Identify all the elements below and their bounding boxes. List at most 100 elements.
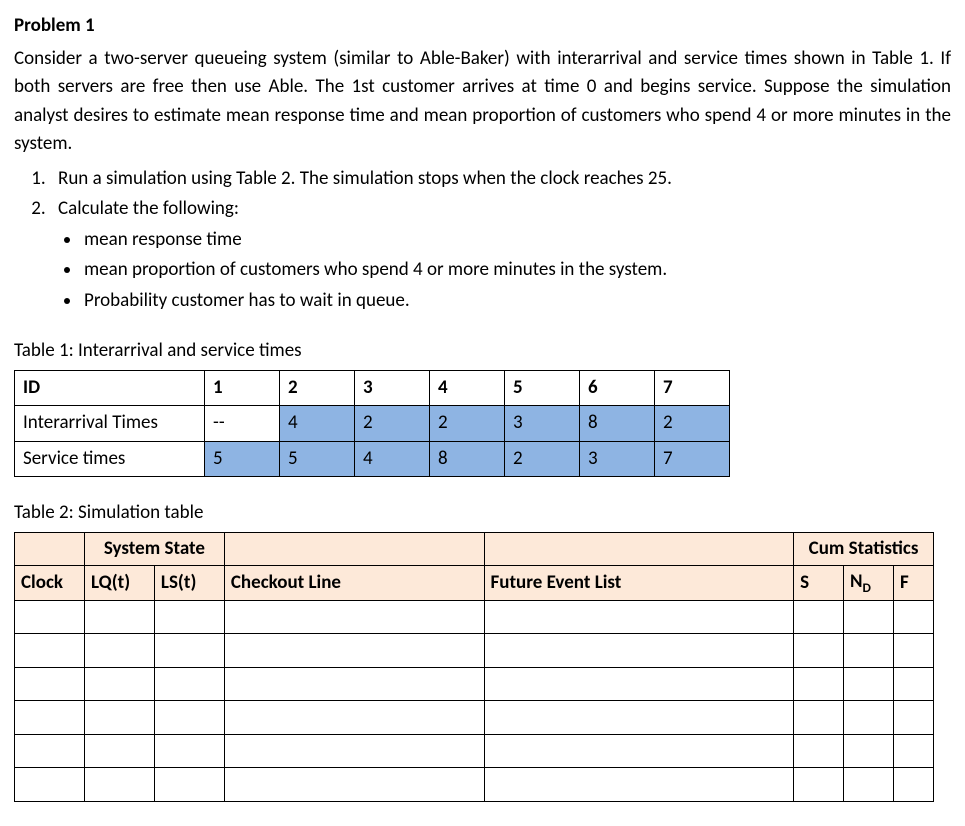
table1-cell: 4: [430, 370, 505, 406]
problem-title: Problem 1: [14, 12, 951, 41]
table1-cell: 4: [355, 441, 430, 477]
table1-cell: --: [205, 406, 280, 442]
table1-cell: 7: [655, 370, 730, 406]
table2-row: [15, 634, 934, 668]
table2-cell: [224, 634, 484, 668]
table2-cell: [224, 667, 484, 701]
table2-cell: [154, 768, 224, 802]
table1-cell: 6: [580, 370, 655, 406]
table1-label: Service times: [15, 441, 205, 477]
table2-col-f: F: [893, 566, 933, 601]
table2-cell: [84, 634, 154, 668]
table2-cell: [224, 600, 484, 634]
problem-description: Consider a two-server queueing system (s…: [14, 45, 951, 159]
table2-row: [15, 600, 934, 634]
table2-cell: [484, 768, 794, 802]
table1-cell: 8: [580, 406, 655, 442]
table2-cell: [224, 734, 484, 768]
table2-cell: [893, 600, 933, 634]
table2-cell: [84, 667, 154, 701]
table2-blank-hdr: [484, 532, 794, 566]
table2-cell: [484, 734, 794, 768]
table2-cell: [794, 600, 844, 634]
table1-cell: 5: [280, 441, 355, 477]
table1-cell: 2: [655, 406, 730, 442]
table2-cell: [844, 600, 894, 634]
table2-cell: [484, 634, 794, 668]
table1-cell: 3: [580, 441, 655, 477]
subtask-item: mean response time: [82, 226, 951, 255]
table1-cell: 5: [205, 441, 280, 477]
subtask-item: Probability customer has to wait in queu…: [82, 287, 951, 316]
table2-cell: [893, 701, 933, 735]
table2-cell: [844, 634, 894, 668]
subtask-list: mean response time mean proportion of cu…: [14, 226, 951, 316]
table2-cell: [154, 701, 224, 735]
table2-cell: [154, 600, 224, 634]
table1-label: Interarrival Times: [15, 406, 205, 442]
table1-row-service: Service times 5 5 4 8 2 3 7: [15, 441, 730, 477]
table1-cell: 4: [280, 406, 355, 442]
table2-cell: [484, 600, 794, 634]
task-item: Calculate the following:: [50, 195, 951, 224]
table2-cell: [794, 734, 844, 768]
table2-blank-hdr: [224, 532, 484, 566]
table2-cell: [844, 768, 894, 802]
table1-row-id: ID 1 2 3 4 5 6 7: [15, 370, 730, 406]
table2-cell: [893, 667, 933, 701]
subtask-item: mean proportion of customers who spend 4…: [82, 256, 951, 285]
table2-cell: [794, 667, 844, 701]
table2-col-checkout: Checkout Line: [224, 566, 484, 601]
table1-cell: 3: [355, 370, 430, 406]
table2-cell: [844, 701, 894, 735]
table2-cell: [794, 768, 844, 802]
table2-cell: [84, 768, 154, 802]
table1-cell: 1: [205, 370, 280, 406]
table2-body: [15, 600, 934, 801]
table2-cell: [484, 667, 794, 701]
table2-system-state-hdr: System State: [84, 532, 224, 566]
table2: System State Cum Statistics Clock LQ(t) …: [14, 532, 934, 802]
table2-row: [15, 734, 934, 768]
table1-label: ID: [15, 370, 205, 406]
table2-col-nd: ND: [844, 566, 894, 601]
table1: ID 1 2 3 4 5 6 7 Interarrival Times -- 4…: [14, 370, 730, 478]
table2-cell: [15, 768, 85, 802]
table1-cell: 2: [280, 370, 355, 406]
table2-col-s: S: [794, 566, 844, 601]
table1-cell: 7: [655, 441, 730, 477]
table2-cell: [893, 768, 933, 802]
table2-row: [15, 667, 934, 701]
table2-cell: [15, 667, 85, 701]
table2-cell: [15, 600, 85, 634]
table1-cell: 2: [355, 406, 430, 442]
table2-caption: Table 2: Simulation table: [14, 499, 951, 528]
table2-row: [15, 768, 934, 802]
table2-cell: [893, 634, 933, 668]
table2-cell: [15, 634, 85, 668]
table1-cell: 2: [505, 441, 580, 477]
table2-cell: [794, 634, 844, 668]
table2-header-top: System State Cum Statistics: [15, 532, 934, 566]
table2-col-lq: LQ(t): [84, 566, 154, 601]
table1-caption: Table 1: Interarrival and service times: [14, 337, 951, 366]
table2-row: [15, 701, 934, 735]
table2-cell: [794, 701, 844, 735]
table2-cell: [84, 701, 154, 735]
table2-cell: [154, 634, 224, 668]
table2-cell: [844, 667, 894, 701]
table2-cell: [84, 600, 154, 634]
task-item: Run a simulation using Table 2. The simu…: [50, 165, 951, 194]
table2-cell: [844, 734, 894, 768]
table2-cell: [224, 701, 484, 735]
table2-cell: [154, 667, 224, 701]
task-list: Run a simulation using Table 2. The simu…: [14, 165, 951, 224]
table2-cell: [893, 734, 933, 768]
table2-cell: [84, 734, 154, 768]
table2-cell: [484, 701, 794, 735]
table1-cell: 8: [430, 441, 505, 477]
table2-cell: [154, 734, 224, 768]
table2-cell: [15, 734, 85, 768]
table2-col-ls: LS(t): [154, 566, 224, 601]
table2-cum-stats-hdr: Cum Statistics: [794, 532, 934, 566]
